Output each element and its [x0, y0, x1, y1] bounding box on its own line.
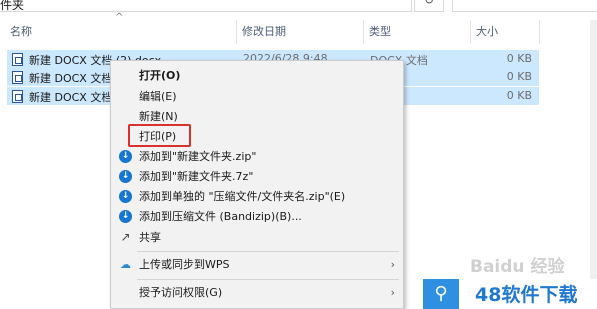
address-path: 件夹: [0, 0, 25, 12]
menu-item-label: 添加到"新建文件夹.7z": [139, 170, 254, 183]
menu-item-add-bandizip[interactable]: ↓ 添加到压缩文件 (Bandizip)(B)...: [111, 206, 403, 227]
menu-item-label: 添加到压缩文件 (Bandizip)(B)...: [139, 210, 302, 223]
column-header-size[interactable]: 大小: [471, 20, 539, 44]
baidu-watermark: Baidu 经验: [470, 257, 565, 277]
file-size: 0 KB: [506, 89, 532, 102]
bandizip-icon: ↓: [119, 150, 132, 163]
context-menu: 打开(O) 编辑(E) 新建(N) 打印(P) ↓ 添加到"新建文件夹.zip"…: [110, 60, 404, 309]
site-watermark: ⚲ 48软件下载: [423, 279, 597, 309]
menu-item-add-zip[interactable]: ↓ 添加到"新建文件夹.zip": [111, 146, 403, 167]
menu-item-label: 添加到"新建文件夹.zip": [139, 150, 257, 163]
menu-item-label: 上传或同步到WPS: [139, 258, 230, 271]
bandizip-icon: ↓: [119, 170, 132, 183]
file-name: 新建 DOCX 文档: [29, 72, 113, 85]
file-name: 新建 DOCX 文档: [29, 91, 113, 104]
menu-item-label: 授予访问权限(G): [139, 286, 223, 299]
menu-item-label: 打开(O): [139, 69, 181, 82]
menu-item-label: 编辑(E): [139, 90, 177, 103]
menu-item-add-7z[interactable]: ↓ 添加到"新建文件夹.7z": [111, 166, 403, 187]
menu-item-grant-access[interactable]: 授予访问权限(G) ›: [111, 282, 403, 303]
chevron-right-icon: ›: [390, 286, 395, 299]
print-highlight-box: [128, 124, 191, 147]
file-size: 0 KB: [506, 52, 532, 65]
refresh-icon: ↻: [424, 0, 435, 7]
vertical-scrollbar[interactable]: [590, 20, 597, 309]
docx-file-icon: [12, 90, 23, 103]
menu-separator: [137, 279, 399, 280]
column-header-date[interactable]: 修改日期: [237, 20, 363, 44]
menu-item-share[interactable]: ↗ 共享: [111, 227, 403, 248]
address-bar[interactable]: 件夹 ⌄: [0, 0, 412, 12]
chevron-right-icon: ›: [390, 258, 395, 271]
file-size: 0 KB: [506, 70, 532, 83]
column-header-type[interactable]: 类型: [364, 20, 470, 44]
menu-item-open[interactable]: 打开(O): [111, 65, 403, 86]
menu-item-add-separate[interactable]: ↓ 添加到单独的 "压缩文件/文件夹名.zip"(E): [111, 186, 403, 207]
menu-item-label: 添加到单独的 "压缩文件/文件夹名.zip"(E): [139, 190, 346, 203]
menu-item-label: 共享: [139, 231, 161, 244]
menu-separator: [137, 251, 399, 252]
bandizip-icon: ↓: [119, 190, 132, 203]
menu-item-edit[interactable]: 编辑(E): [111, 86, 403, 107]
docx-file-icon: [12, 71, 23, 84]
wps-cloud-icon: ☁: [120, 258, 131, 271]
menu-item-upload-wps[interactable]: ☁ 上传或同步到WPS ›: [111, 254, 403, 275]
site-watermark-text: 48软件下载: [475, 284, 578, 306]
share-icon: ↗: [120, 230, 131, 244]
search-input[interactable]: [452, 0, 597, 12]
bandizip-icon: ↓: [119, 210, 132, 223]
column-divider[interactable]: [539, 20, 540, 44]
docx-file-icon: [12, 53, 23, 66]
address-bar-area: 件夹 ⌄ ↻: [0, 0, 597, 14]
column-header-name[interactable]: 名称: [5, 20, 235, 44]
refresh-button[interactable]: ↻: [414, 0, 444, 12]
search-icon: ⚲: [423, 279, 459, 309]
